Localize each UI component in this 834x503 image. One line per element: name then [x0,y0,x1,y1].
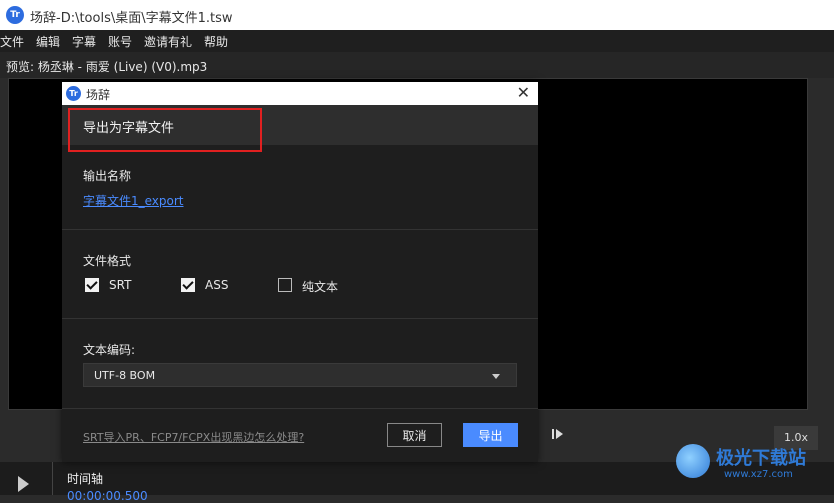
dialog-header: 导出为字幕文件 [62,105,538,145]
menu-file[interactable]: 文件 [0,33,24,50]
menu-bar: 文件 编辑 字幕 账号 邀请有礼 帮助 [0,30,834,52]
file-format-label: 文件格式 [83,254,132,268]
encoding-label: 文本编码: [83,343,136,357]
cancel-button[interactable]: 取消 [387,423,442,447]
format-srt-label: SRT [109,278,132,292]
preview-label: 预览: 杨丞琳 - 雨爱 (Live) (V0).mp3 [6,60,208,74]
window-titlebar: Tr 场辞-D:\tools\桌面\字幕文件1.tsw [0,0,834,30]
encoding-value: UTF-8 BOM [94,369,156,382]
play-step-icon[interactable] [552,428,564,443]
encoding-select[interactable]: UTF-8 BOM [83,363,517,387]
output-name-link[interactable]: 字幕文件1_export [83,192,184,209]
timeline-timecode: 00:00:00.500 [67,489,148,503]
checkbox-checked-icon [85,278,99,292]
watermark: 极光下载站 www.xz7.com [676,440,828,490]
dialog-logo-icon: Tr [66,86,81,101]
format-ass-label: ASS [205,278,229,292]
watermark-url: www.xz7.com [724,469,793,480]
watermark-text: 极光下载站 [716,448,806,469]
play-icon[interactable] [18,476,29,492]
close-icon[interactable]: ✕ [517,83,530,102]
dialog-titlebar: Tr 场辞 ✕ [62,82,538,105]
preview-bar: 预览: 杨丞琳 - 雨爱 (Live) (V0).mp3 [0,52,834,78]
checkbox-unchecked-icon [278,278,292,292]
timeline-label: 时间轴 [67,472,104,486]
menu-invite[interactable]: 邀请有礼 [144,33,192,50]
watermark-logo-icon [676,444,710,478]
help-link[interactable]: SRT导入PR、FCP7/FCPX出现黑边怎么处理? [83,429,304,445]
chevron-down-icon [492,374,500,379]
section-divider [62,318,538,319]
app-logo-icon: Tr [6,6,24,24]
window-title: 场辞-D:\tools\桌面\字幕文件1.tsw [30,11,233,26]
dialog-title: 场辞 [86,88,111,102]
export-dialog: Tr 场辞 ✕ 导出为字幕文件 输出名称 字幕文件1_export 文件格式 S… [62,82,538,462]
dialog-heading: 导出为字幕文件 [83,121,175,136]
section-divider [62,229,538,230]
export-button[interactable]: 导出 [463,423,518,447]
menu-subtitle[interactable]: 字幕 [72,33,96,50]
format-plaintext-label: 纯文本 [302,280,339,294]
menu-edit[interactable]: 编辑 [36,33,60,50]
menu-help[interactable]: 帮助 [204,33,228,50]
timeline-divider [52,462,53,495]
output-name-label: 输出名称 [83,169,132,183]
section-divider [62,408,538,409]
menu-account[interactable]: 账号 [108,33,132,50]
checkbox-checked-icon [181,278,195,292]
